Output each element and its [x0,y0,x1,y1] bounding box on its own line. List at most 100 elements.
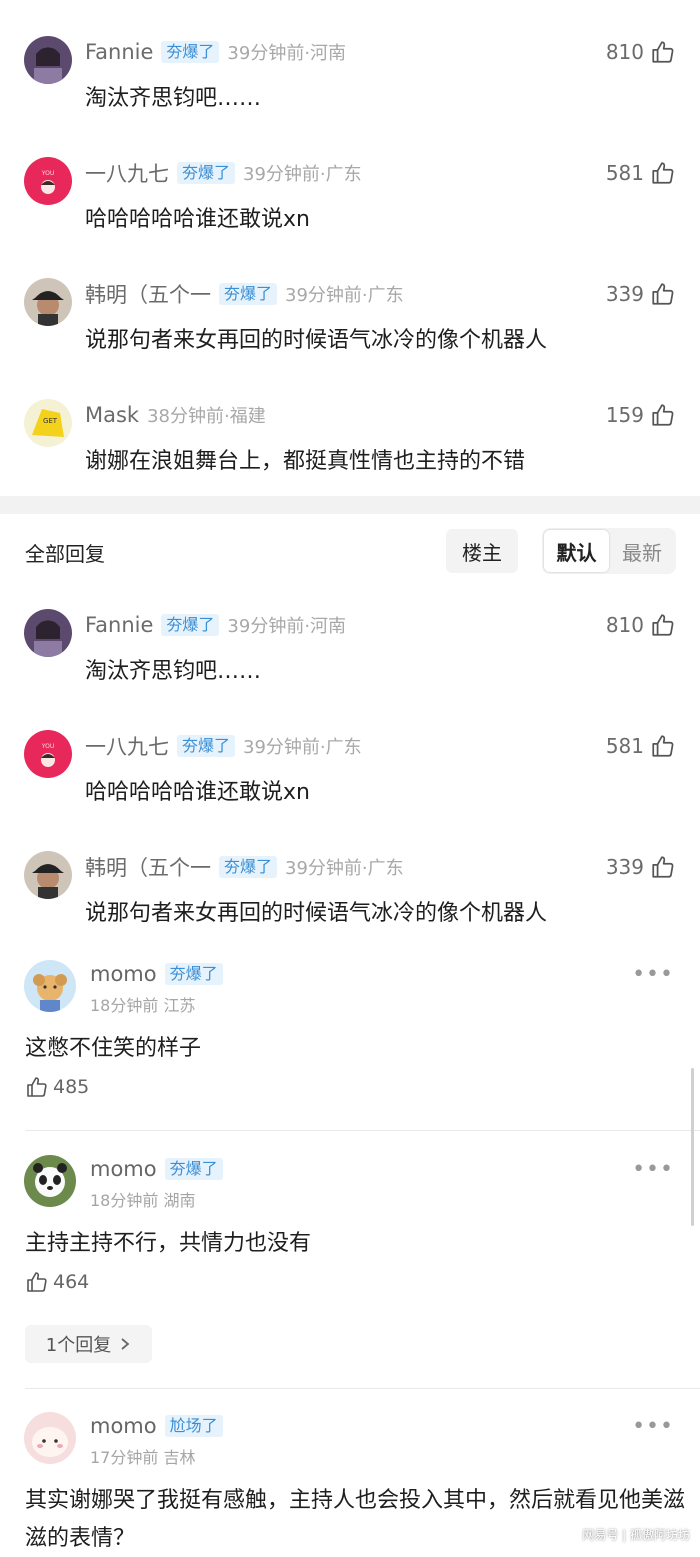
user-avatar[interactable] [24,609,72,657]
comment-item: Fannie 夯爆了 39分钟前·河南 810 淘汰齐思钧吧…… [0,22,700,143]
filter-op-button[interactable]: 楼主 [446,529,518,573]
user-avatar[interactable]: YOU [24,730,72,778]
reaction-badge: 夯爆了 [219,283,278,305]
comment-item: 韩明（五个一 夯爆了 39分钟前·广东 339 说那句者来女再回的时候语气冰冷的… [0,837,700,958]
comment-text: 哈哈哈哈哈谁还敢说xn [85,780,310,805]
reply-time-location: 18分钟前 江苏 [90,996,196,1015]
comment-time: 39分钟前·河南 [227,616,347,637]
reaction-badge: 夯爆了 [161,614,220,636]
username[interactable]: 一八九七 [85,731,169,761]
username[interactable]: momo [90,1157,157,1181]
thumbs-up-icon [652,614,674,636]
like-button[interactable]: 485 [25,1075,89,1099]
user-avatar[interactable] [24,1155,76,1207]
scrollbar[interactable] [691,1068,694,1226]
reaction-badge: 尬场了 [164,1415,223,1437]
more-options-icon[interactable]: ••• [632,962,674,987]
like-count: 581 [605,734,644,758]
more-options-icon[interactable]: ••• [632,1157,674,1182]
reply-user-line: momo 夯爆了 [90,962,223,986]
more-options-icon[interactable]: ••• [632,1414,674,1439]
like-count: 485 [53,1076,90,1098]
username[interactable]: Mask [85,403,139,427]
username[interactable]: 韩明（五个一 [85,279,211,309]
like-button[interactable]: 810 [606,38,676,66]
reply-separator [25,1388,700,1389]
view-replies-button[interactable]: 1个回复 [25,1325,152,1363]
section-divider [0,496,700,514]
username[interactable]: 韩明（五个一 [85,852,211,882]
reply-text: 这憋不住笑的样子 [25,1036,202,1061]
username[interactable]: Fannie [85,40,153,64]
reply-item: momo 夯爆了 18分钟前 江苏 ••• 这憋不住笑的样子 485 [0,950,700,1130]
comment-item: Fannie 夯爆了 39分钟前·河南 810 淘汰齐思钧吧…… [0,595,700,716]
reply-count-label: 1个回复 [45,1335,112,1356]
user-avatar[interactable] [24,960,76,1012]
like-button[interactable]: 581 [606,732,676,760]
reply-time-location: 18分钟前 湖南 [90,1191,196,1210]
comment-time: 39分钟前·广东 [243,737,362,758]
watermark: 网易号 | 孤傲阿坊坊 [582,1528,690,1542]
thumbs-up-icon [652,283,674,305]
reply-text: 其实谢娜哭了我挺有感触，主持人也会投入其中，然后就看见他美滋滋的表情？ [25,1488,686,1551]
user-avatar[interactable] [24,278,72,326]
reaction-badge: 夯爆了 [219,856,278,878]
comment-time: 39分钟前·广东 [285,858,404,879]
svg-text:GET: GET [43,417,58,425]
like-button[interactable]: 810 [606,611,676,639]
comment-text: 淘汰齐思钧吧…… [85,659,262,684]
comment-meta: 韩明（五个一 夯爆了 39分钟前·广东 [85,852,404,882]
sort-default-tab[interactable]: 默认 [544,530,609,572]
reply-time-location: 17分钟前 吉林 [90,1448,196,1467]
comment-text: 说那句者来女再回的时候语气冰冷的像个机器人 [85,901,548,926]
sort-latest-tab[interactable]: 最新 [610,530,674,572]
reply-user-line: momo 尬场了 [90,1414,223,1438]
like-count: 464 [53,1271,90,1293]
comment-time: 39分钟前·河南 [227,43,347,64]
like-button[interactable]: 339 [606,853,676,881]
comment-meta: 韩明（五个一 夯爆了 39分钟前·广东 [85,279,404,309]
comment-meta: 一八九七 夯爆了 39分钟前·广东 [85,158,362,188]
user-avatar[interactable] [24,36,72,84]
comment-time: 38分钟前·福建 [147,406,266,427]
comment-meta: Mask 38分钟前·福建 [85,400,266,430]
user-avatar[interactable] [24,851,72,899]
reply-separator [25,1130,700,1131]
all-replies-title: 全部回复 [25,542,105,566]
reply-text: 主持主持不行，共情力也没有 [25,1231,312,1256]
like-button[interactable]: 339 [606,280,676,308]
comment-text: 哈哈哈哈哈谁还敢说xn [85,207,310,232]
comment-text: 谢娜在浪姐舞台上，都挺真性情也主持的不错 [85,449,526,474]
username[interactable]: momo [90,962,157,986]
reaction-badge: 夯爆了 [164,963,223,985]
username[interactable]: 一八九七 [85,158,169,188]
like-count: 581 [605,161,644,185]
like-button[interactable]: 581 [606,159,676,187]
thumbs-up-icon [27,1077,47,1097]
svg-text:YOU: YOU [41,743,54,750]
svg-text:YOU: YOU [41,170,54,177]
comment-item: 韩明（五个一 夯爆了 39分钟前·广东 339 说那句者来女再回的时候语气冰冷的… [0,264,700,385]
like-count: 339 [605,282,644,306]
comment-text: 说那句者来女再回的时候语气冰冷的像个机器人 [85,328,548,353]
username[interactable]: Fannie [85,613,153,637]
reaction-badge: 夯爆了 [161,41,220,63]
like-count: 810 [605,613,644,637]
sort-toggle: 默认 最新 [542,528,676,574]
user-avatar[interactable]: GET [24,399,72,447]
like-button[interactable]: 159 [606,401,676,429]
thumbs-up-icon [652,404,674,426]
comment-time: 39分钟前·广东 [243,164,362,185]
comment-meta: 一八九七 夯爆了 39分钟前·广东 [85,731,362,761]
reply-user-line: momo 夯爆了 [90,1157,223,1181]
like-count: 159 [605,403,644,427]
reaction-badge: 夯爆了 [164,1158,223,1180]
like-count: 339 [605,855,644,879]
thumbs-up-icon [27,1272,47,1292]
user-avatar[interactable]: YOU [24,157,72,205]
like-button[interactable]: 464 [25,1270,89,1294]
username[interactable]: momo [90,1414,157,1438]
user-avatar[interactable] [24,1412,76,1464]
like-count: 810 [605,40,644,64]
chevron-right-icon [121,1338,130,1350]
